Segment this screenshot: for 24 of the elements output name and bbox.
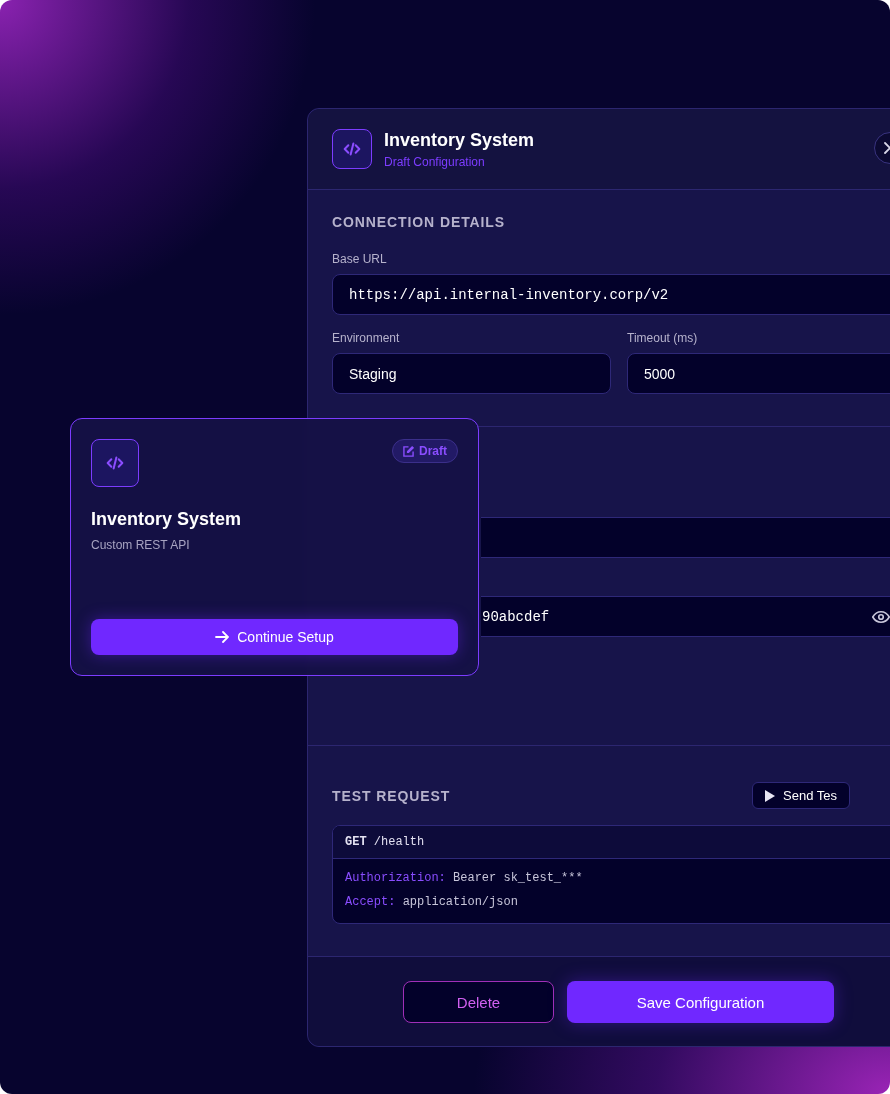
request-header: Authorization: Bearer sk_test_*** bbox=[345, 871, 584, 885]
token-field[interactable]: 90abcdef bbox=[481, 596, 890, 637]
panel-title: Inventory System bbox=[384, 129, 535, 151]
section-heading: CONNECTION DETAILS bbox=[332, 214, 507, 230]
send-test-button[interactable]: Send Tes bbox=[752, 782, 850, 809]
play-icon bbox=[765, 789, 776, 802]
delete-button[interactable]: Delete bbox=[403, 981, 554, 1023]
field-label: Environment bbox=[332, 331, 401, 345]
timeout-field[interactable]: 5000 bbox=[627, 353, 890, 394]
panel-subtitle: Draft Configuration bbox=[384, 154, 486, 169]
environment-field[interactable]: Staging bbox=[332, 353, 611, 394]
section-heading: TEST REQUEST bbox=[332, 787, 451, 804]
arrow-right-icon bbox=[215, 630, 230, 644]
card-subtitle: Custom REST API bbox=[91, 538, 191, 552]
request-header: Accept: application/json bbox=[345, 895, 519, 909]
edit-icon bbox=[403, 445, 414, 457]
continue-setup-button[interactable]: Continue Setup bbox=[91, 619, 458, 655]
draft-badge: Draft bbox=[392, 439, 458, 463]
auth-type-field[interactable] bbox=[481, 517, 890, 558]
field-label: Base URL bbox=[332, 252, 388, 266]
save-configuration-button[interactable]: Save Configuration bbox=[567, 981, 834, 1023]
base-url-field[interactable]: https://api.internal-inventory.corp/v2 bbox=[332, 274, 890, 315]
field-label: Timeout (ms) bbox=[627, 331, 699, 345]
card-title: Inventory System bbox=[91, 509, 243, 530]
